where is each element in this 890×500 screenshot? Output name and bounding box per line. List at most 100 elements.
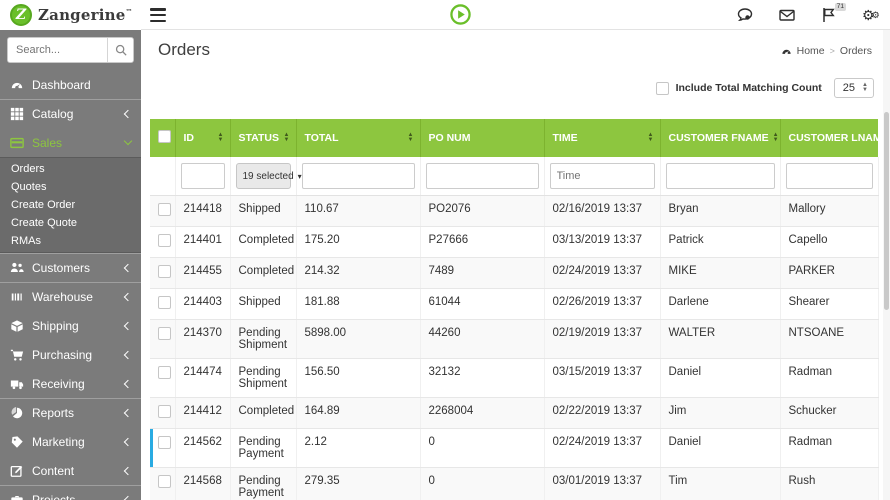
page-size-select[interactable]: 25 ▲ ▼ [833,78,874,98]
cell-total: 5898.00 [296,319,421,359]
table-row[interactable]: 214412 Completed 164.89 2268004 02/22/20… [150,397,879,429]
sidebar-nav: Dashboard Catalog Sales Orders Quotes Cr… [0,30,141,500]
column-header-time[interactable]: TIME ▲ ▼ [544,119,661,157]
cell-total: 181.88 [296,288,421,320]
cell-po-num: 0 [420,467,545,500]
sidebar-item-sales[interactable]: Sales [0,128,141,157]
table-row[interactable]: 214562 Pending Payment 2.12 0 02/24/2019… [150,428,879,468]
table-row[interactable]: 214370 Pending Shipment 5898.00 44260 02… [150,319,879,359]
cell-order-id: 214370 [175,319,231,359]
filter-time-input[interactable] [549,163,655,189]
column-header-id[interactable]: ID ▲ ▼ [175,119,231,157]
row-checkbox[interactable] [158,203,171,216]
row-checkbox[interactable] [158,475,171,488]
chevron-left-icon [123,379,133,388]
row-checkbox[interactable] [158,234,171,247]
sidebar-item-label: Receiving [32,376,85,391]
sort-icon[interactable]: ▲ ▼ [648,132,654,143]
column-header-status[interactable]: STATUS ▲ ▼ [230,119,297,157]
submenu-item-create-order[interactable]: Create Order [0,196,141,214]
flag-icon[interactable]: 71 [820,3,846,24]
filter-lname-input[interactable] [785,163,873,189]
row-check-cell [150,428,176,468]
brand-logo[interactable]: Z Zangerine™ [0,0,141,30]
filter-id-input[interactable] [180,163,225,189]
sort-icon[interactable]: ▲ ▼ [218,132,224,143]
sort-icon[interactable]: ▲ ▼ [284,132,290,143]
sidebar-item-receiving[interactable]: Receiving [0,369,141,398]
table-row[interactable]: 214401 Completed 175.20 P27666 03/13/201… [150,226,879,258]
status-filter-dropdown[interactable]: 19 selected ▾ [235,163,302,189]
play-icon [450,4,471,25]
submenu-item-create-quote[interactable]: Create Quote [0,214,141,232]
cell-time: 02/16/2019 13:37 [544,195,661,227]
chat-icon[interactable] [736,6,754,24]
cell-status: Completed [230,397,297,429]
cell-customer-fname: Darlene [660,288,781,320]
filter-po-input[interactable] [425,163,539,189]
sidebar-item-dashboard[interactable]: Dashboard [0,70,141,99]
table-header-row: ID ▲ ▼ STATUS ▲ ▼ TOTAL ▲ ▼ PO NUM TIME ▲ ▼ CUST… [150,119,889,157]
column-header-customer-fname[interactable]: CUSTOMER FNAME ▲ ▼ [660,119,781,157]
menu-toggle-icon[interactable] [150,8,166,22]
select-all-header[interactable] [150,119,176,157]
sales-submenu: Orders Quotes Create Order Create Quote … [0,157,141,253]
row-checkbox[interactable] [158,327,171,340]
cell-order-id: 214568 [175,467,231,500]
submenu-item-rmas[interactable]: RMAs [0,232,141,250]
filter-fname-input[interactable] [665,163,775,189]
cell-customer-lname: Rush [780,467,879,500]
cell-customer-lname: Capello [780,226,879,258]
reports-pie-icon [11,407,23,419]
table-row[interactable]: 214474 Pending Shipment 156.50 32132 03/… [150,358,879,398]
row-checkbox[interactable] [158,436,171,449]
column-header-total[interactable]: TOTAL ▲ ▼ [296,119,421,157]
sidebar-item-label: Catalog [32,107,74,121]
row-checkbox[interactable] [158,296,171,309]
submenu-item-quotes[interactable]: Quotes [0,178,141,196]
table-row[interactable]: 214455 Completed 214.32 7489 02/24/2019 … [150,257,879,289]
column-header-customer-lname[interactable]: CUSTOMER LNAME [780,119,889,157]
cell-customer-fname: MIKE [660,257,781,289]
sidebar-item-catalog[interactable]: Catalog [0,99,141,128]
cell-order-id: 214474 [175,358,231,398]
sidebar-item-purchasing[interactable]: Purchasing [0,340,141,369]
sidebar-item-reports[interactable]: Reports [0,398,141,427]
sidebar-item-marketing[interactable]: Marketing [0,427,141,456]
row-check-cell [150,226,176,258]
search-input[interactable] [8,38,107,62]
table-row[interactable]: 214418 Shipped 110.67 PO2076 02/16/2019 … [150,195,879,227]
submenu-item-orders[interactable]: Orders [0,160,141,178]
row-checkbox[interactable] [158,405,171,418]
sort-icon[interactable]: ▲ ▼ [773,132,779,143]
cell-total: 164.89 [296,397,421,429]
include-count-label: Include Total Matching Count [675,82,822,94]
row-checkbox[interactable] [158,265,171,278]
cell-order-id: 214403 [175,288,231,320]
scrollbar-track [883,30,890,500]
content-edit-icon [10,465,23,477]
chevron-left-icon [123,109,133,119]
sort-icon[interactable]: ▲ ▼ [408,132,414,143]
row-checkbox[interactable] [158,366,171,379]
sidebar-item-projects[interactable]: Projects [0,485,141,500]
filter-total-input[interactable] [301,163,415,189]
sidebar-item-content[interactable]: Content [0,456,141,485]
breadcrumb-home[interactable]: Home [797,45,825,57]
sidebar-item-shipping[interactable]: Shipping [0,311,141,340]
select-all-checkbox[interactable] [158,130,171,143]
sidebar-item-label: Content [32,463,75,478]
cell-po-num: 7489 [420,257,545,289]
mail-icon[interactable] [778,6,796,24]
play-button[interactable] [450,4,471,25]
column-header-po-num[interactable]: PO NUM [420,119,545,157]
sidebar-item-warehouse[interactable]: Warehouse [0,282,141,311]
scrollbar-thumb[interactable] [884,112,889,310]
table-row[interactable]: 214568 Pending Payment 279.35 0 03/01/20… [150,467,879,500]
search-button[interactable] [107,38,133,62]
cell-status: Completed [230,226,297,258]
include-count-checkbox[interactable] [655,81,669,95]
table-row[interactable]: 214403 Shipped 181.88 61044 02/26/2019 1… [150,288,879,320]
sidebar-item-customers[interactable]: Customers [0,253,141,282]
settings-gears-icon[interactable]: ⚙⚙ [862,6,880,24]
